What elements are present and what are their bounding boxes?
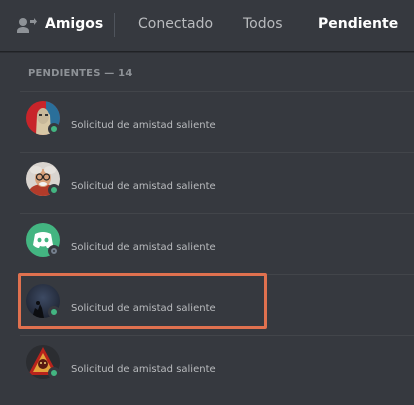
avatar (26, 284, 60, 318)
online-status-icon (48, 306, 60, 318)
tab-online[interactable]: Conectado (138, 16, 213, 32)
request-label: Solicitud de amistad saliente (71, 181, 216, 192)
header-divider (114, 13, 115, 37)
request-label: Solicitud de amistad saliente (71, 303, 216, 314)
online-status-icon (48, 184, 60, 196)
tab-pending[interactable]: Pendiente (318, 16, 398, 32)
offline-status-icon (48, 245, 60, 257)
avatar (26, 345, 60, 379)
request-label: Solicitud de amistad saliente (71, 120, 216, 131)
tab-all[interactable]: Todos (243, 16, 282, 32)
page-title: Amigos (45, 16, 104, 32)
friend-request-row[interactable]: Solicitud de amistad saliente (20, 152, 414, 214)
online-status-icon (48, 367, 60, 379)
friend-request-row[interactable]: Solicitud de amistad saliente (20, 213, 414, 275)
online-status-icon (48, 123, 60, 135)
friends-header: Amigos Conectado Todos Pendiente (0, 0, 414, 52)
request-label: Solicitud de amistad saliente (71, 364, 216, 375)
friend-request-row[interactable]: Solicitud de amistad saliente (20, 91, 414, 153)
avatar (26, 223, 60, 257)
request-label: Solicitud de amistad saliente (71, 242, 216, 253)
avatar (26, 101, 60, 135)
pending-section-label: PENDIENTES — 14 (28, 68, 133, 79)
friend-request-row[interactable]: Solicitud de amistad saliente (20, 335, 414, 397)
friend-request-row[interactable]: Solicitud de amistad saliente (20, 274, 414, 336)
avatar (26, 162, 60, 196)
friends-icon (17, 18, 37, 33)
